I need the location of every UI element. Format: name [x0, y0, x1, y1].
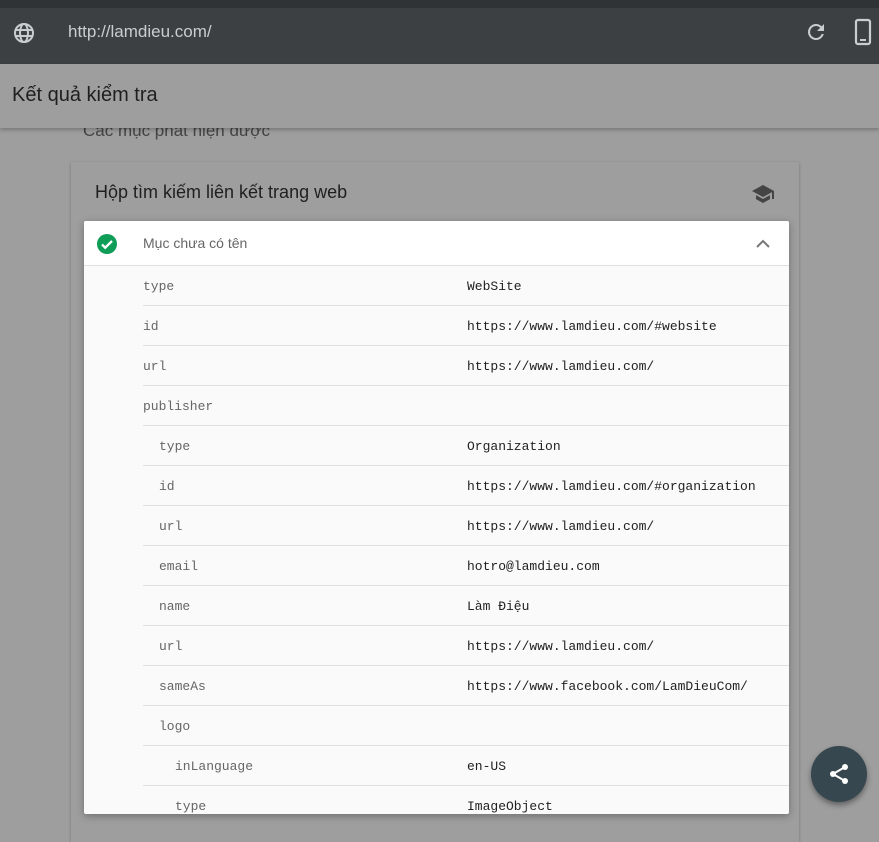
- property-table: type WebSite id https://www.lamdieu.com/#we…: [143, 266, 789, 814]
- property-value: https://www.lamdieu.com/#website: [467, 319, 717, 334]
- url-display[interactable]: http://lamdieu.com/: [68, 21, 212, 43]
- table-row: publisher: [143, 386, 789, 426]
- property-key: url: [159, 639, 183, 654]
- card-title: Hộp tìm kiếm liên kết trang web: [95, 182, 348, 202]
- share-icon: [830, 764, 848, 784]
- item-header[interactable]: Mục chưa có tên: [84, 221, 789, 266]
- table-row: url https://www.lamdieu.com/: [143, 626, 789, 666]
- property-value: Organization: [467, 439, 561, 454]
- globe-icon: [14, 23, 34, 43]
- property-value: https://www.lamdieu.com/: [467, 359, 655, 374]
- table-row: sameAs https://www.facebook.com/LamDieuCo…: [143, 666, 789, 706]
- property-value: https://www.facebook.com/LamDieuCom/: [467, 679, 748, 694]
- reload-icon[interactable]: [804, 20, 828, 44]
- graduation-cap-icon[interactable]: [751, 182, 775, 206]
- mobile-device-icon[interactable]: [852, 18, 874, 46]
- property-key: type: [143, 279, 175, 294]
- property-key: id: [143, 319, 159, 334]
- table-row: url https://www.lamdieu.com/: [143, 506, 789, 546]
- check-circle-icon: [97, 234, 117, 254]
- table-row: type ImageObject: [143, 786, 789, 814]
- share-button[interactable]: [811, 746, 867, 802]
- table-row: id https://www.lamdieu.com/#organization: [143, 466, 789, 506]
- browser-bar: http://lamdieu.com/: [0, 0, 879, 64]
- property-value: Làm Điệu: [467, 599, 530, 614]
- property-key: publisher: [143, 399, 214, 414]
- property-key: name: [159, 599, 191, 614]
- property-value: https://www.lamdieu.com/: [467, 519, 655, 534]
- table-row: type WebSite: [143, 266, 789, 306]
- property-key: email: [159, 559, 199, 574]
- property-key: inLanguage: [175, 759, 254, 774]
- property-key: url: [159, 519, 183, 534]
- item-title: Mục chưa có tên: [143, 235, 248, 251]
- property-key: id: [159, 479, 175, 494]
- results-header: Kết quả kiểm tra: [0, 64, 879, 128]
- property-key: url: [143, 359, 167, 374]
- chevron-up-icon[interactable]: [754, 235, 772, 253]
- property-key: type: [159, 439, 191, 454]
- property-key: type: [175, 799, 207, 814]
- property-value: https://www.lamdieu.com/#organization: [467, 479, 756, 494]
- table-row: logo: [143, 706, 789, 746]
- property-value: WebSite: [467, 279, 522, 294]
- table-row: type Organization: [143, 426, 789, 466]
- table-row: inLanguage en-US: [143, 746, 789, 786]
- property-key: logo: [159, 719, 191, 734]
- property-value: ImageObject: [467, 799, 553, 814]
- table-row: url https://www.lamdieu.com/: [143, 346, 789, 386]
- property-key: sameAs: [159, 679, 206, 694]
- table-row: email hotro@lamdieu.com: [143, 546, 789, 586]
- item-detail-panel: Mục chưa có tên type WebSite id https://www…: [84, 221, 789, 814]
- property-value: https://www.lamdieu.com/: [467, 639, 655, 654]
- property-value: hotro@lamdieu.com: [467, 559, 600, 574]
- table-row: name Làm Điệu: [143, 586, 789, 626]
- page-title: Kết quả kiểm tra: [12, 84, 158, 106]
- property-value: en-US: [467, 759, 507, 774]
- table-row: id https://www.lamdieu.com/#website: [143, 306, 789, 346]
